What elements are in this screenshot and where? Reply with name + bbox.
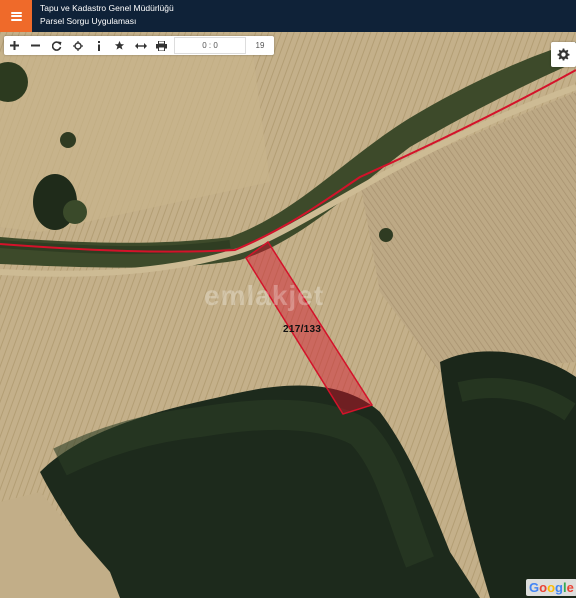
app-subtitle: Parsel Sorgu Uygulaması [40,16,137,26]
app-title: Tapu ve Kadastro Genel Müdürlüğü [40,3,174,13]
app-header: Tapu ve Kadastro Genel Müdürlüğü Parsel … [0,0,576,32]
menu-button[interactable] [0,0,32,32]
info-button[interactable] [88,36,109,55]
favorite-icon [114,40,125,50]
info-icon [97,40,100,51]
measure-icon [134,42,147,49]
zoom-out-icon [31,44,40,47]
parcel-number-label: 217/133 [283,324,322,335]
coordinate-readout: 0 : 0 [174,37,246,54]
parcel-polygon[interactable] [0,32,576,598]
refresh-icon [51,40,61,51]
print-icon [156,40,167,51]
hamburger-menu-icon [10,11,22,21]
zoom-in-button[interactable] [4,36,25,55]
locate-button[interactable] [67,36,88,55]
google-attribution: Google [526,579,576,596]
locate-icon [72,40,83,51]
map-canvas[interactable] [0,32,576,598]
measure-button[interactable] [130,36,151,55]
map-toolbar: 0 : 0 19 [4,36,274,55]
zoom-in-icon [10,41,19,50]
settings-button[interactable] [551,42,576,67]
favorite-button[interactable] [109,36,130,55]
zoom-level: 19 [255,41,265,50]
gear-icon [557,48,570,61]
print-button[interactable] [151,36,172,55]
refresh-button[interactable] [46,36,67,55]
watermark-text: emlakjet [204,280,325,311]
zoom-out-button[interactable] [25,36,46,55]
